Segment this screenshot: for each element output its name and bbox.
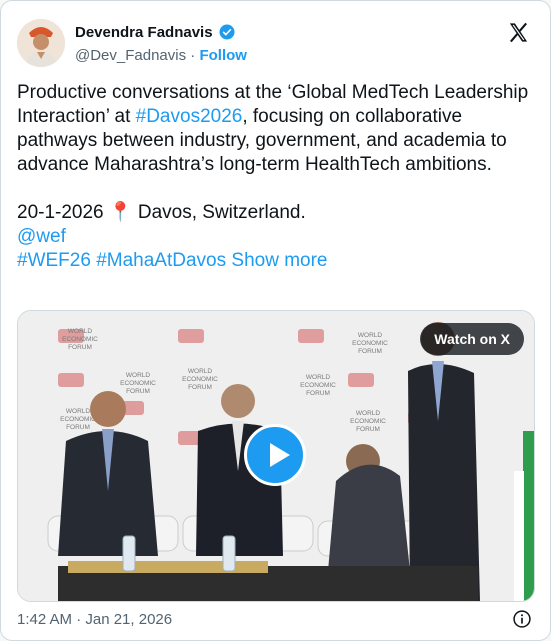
mention-wef[interactable]: @wef xyxy=(17,226,66,247)
tweet-text: Productive conversations at the ‘Global … xyxy=(17,81,537,273)
follow-button[interactable]: Follow xyxy=(199,47,247,64)
verified-badge-icon xyxy=(219,24,235,40)
wef-backdrop-text: WORLD xyxy=(66,408,91,415)
hashtag-davos2026[interactable]: #Davos2026 xyxy=(136,106,243,127)
tweet-date: 20-1-2026 xyxy=(17,202,104,223)
tweet-paragraph: Productive conversations at the ‘Global … xyxy=(17,81,537,177)
author-name[interactable]: Devendra Fadnavis xyxy=(75,24,213,41)
watch-on-x-button[interactable]: Watch on X xyxy=(420,323,524,355)
wef-backdrop-text: ECONOMIC xyxy=(62,336,98,343)
author-handle[interactable]: @Dev_Fadnavis xyxy=(75,47,186,64)
wef-backdrop-text: WORLD xyxy=(358,332,383,339)
author-avatar[interactable] xyxy=(17,19,65,67)
wef-backdrop-text: ECONOMIC xyxy=(182,376,218,383)
wef-backdrop-text: FORUM xyxy=(126,388,150,395)
tweet-location: Davos, Switzerland. xyxy=(132,202,306,223)
wef-backdrop-text: ECONOMIC xyxy=(120,380,156,387)
wef-backdrop-text: FORUM xyxy=(68,344,92,351)
play-icon[interactable] xyxy=(244,424,306,486)
tweet-date-location: 20-1-2026 📍 Davos, Switzerland. xyxy=(17,201,537,225)
wef-backdrop-text: ECONOMIC xyxy=(60,416,96,423)
wef-backdrop-text: WORLD xyxy=(126,372,151,379)
wef-backdrop-text: ECONOMIC xyxy=(300,382,336,389)
wef-backdrop-text: FORUM xyxy=(66,424,90,431)
wef-backdrop-text: FORUM xyxy=(356,426,380,433)
wef-backdrop-text: ECONOMIC xyxy=(350,418,386,425)
hashtag-mahaatdavos[interactable]: #MahaAtDavos xyxy=(96,250,226,271)
wef-backdrop-text: WORLD xyxy=(68,328,93,335)
tweet-timestamp[interactable]: 1:42 AM · Jan 21, 2026 xyxy=(17,611,172,628)
handle-separator: · xyxy=(190,47,196,64)
show-more-link[interactable]: Show more xyxy=(231,250,327,271)
wef-backdrop-text: FORUM xyxy=(306,390,330,397)
wef-backdrop-text: WORLD xyxy=(306,374,331,381)
wef-backdrop-text: WORLD xyxy=(188,368,213,375)
wef-backdrop-text: FORUM xyxy=(188,384,212,391)
wef-backdrop-text: ECONOMIC xyxy=(352,340,388,347)
x-logo-icon[interactable] xyxy=(507,21,530,44)
wef-backdrop-text: FORUM xyxy=(358,348,382,355)
wef-backdrop-text: WORLD xyxy=(356,410,381,417)
video-thumbnail[interactable]: WORLD ECONOMIC FORUM WORLD ECONOMIC FORU… xyxy=(17,310,535,602)
tweet-card: Devendra Fadnavis @Dev_Fadnavis · Follow… xyxy=(0,0,551,641)
info-icon[interactable] xyxy=(512,609,532,629)
hashtag-wef26[interactable]: #WEF26 xyxy=(17,250,91,271)
pin-icon: 📍 xyxy=(108,202,133,223)
